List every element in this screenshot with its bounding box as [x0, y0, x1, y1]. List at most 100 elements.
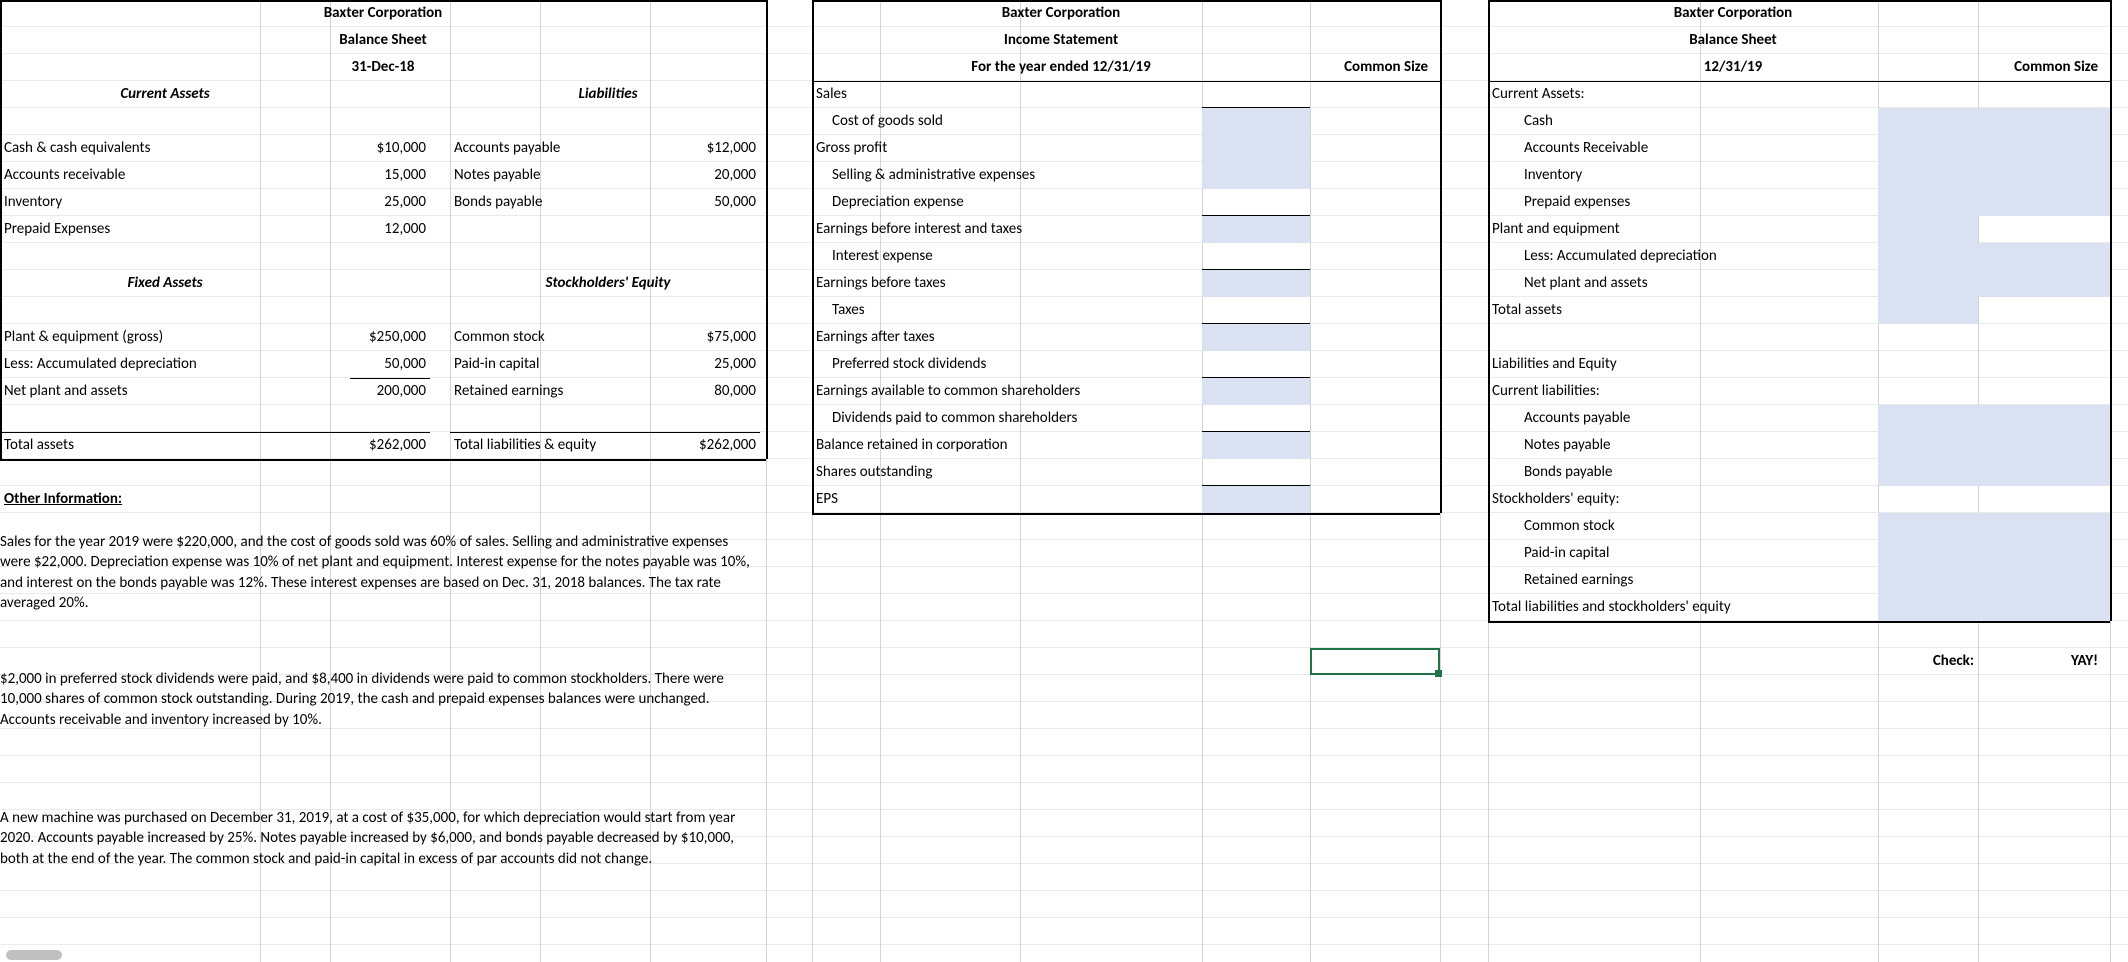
bs2018-fixed-label: Less: Accumulated depreciation	[0, 351, 330, 378]
bs2019-row-label: Bonds payable	[1492, 459, 1878, 486]
is-row-value[interactable]	[1202, 459, 1310, 486]
bs2018-se-value: 80,000	[650, 378, 760, 405]
bs2018-liab-value: $12,000	[650, 135, 760, 162]
is-row-label: Taxes	[816, 297, 1202, 324]
bs2018-liab-value: 20,000	[650, 162, 760, 189]
selected-cell	[1310, 648, 1440, 675]
bs2018-total-assets-value: $262,000	[330, 432, 430, 459]
bs2019-row-value[interactable]	[1878, 243, 1978, 270]
bs2019-row-commonsize[interactable]	[1978, 243, 2110, 270]
is-row-value[interactable]	[1202, 270, 1310, 297]
bs2019-row-commonsize[interactable]	[1978, 594, 2110, 621]
bs2019-row-commonsize[interactable]	[1978, 567, 2110, 594]
bs2019-row-value[interactable]	[1878, 459, 1978, 486]
bs2019-company: Baxter Corporation	[1488, 0, 1978, 27]
spreadsheet[interactable]: Baxter CorporationBalance Sheet31-Dec-18…	[0, 0, 2128, 962]
is-row-value[interactable]	[1202, 405, 1310, 432]
bs2018-total-assets-label: Total assets	[0, 432, 330, 459]
bs2018-se-value: $75,000	[650, 324, 760, 351]
bs2018-liab-label: Bonds payable	[450, 189, 650, 216]
bs2018-liab-value: 50,000	[650, 189, 760, 216]
bs2019-row-label: Inventory	[1492, 162, 1878, 189]
bs2019-row-commonsize[interactable]	[1978, 405, 2110, 432]
bs2018-fixed-label: Net plant and assets	[0, 378, 330, 405]
bs2018-date: 31-Dec-18	[0, 54, 766, 81]
bs2019-row-label: Common stock	[1492, 513, 1878, 540]
bs2019-row-commonsize[interactable]	[1978, 540, 2110, 567]
bs2018-asset-label: Cash & cash equivalents	[0, 135, 330, 162]
is-row-value[interactable]	[1202, 324, 1310, 351]
bs2019-row-value[interactable]	[1878, 405, 1978, 432]
is-date: For the year ended 12/31/19	[812, 54, 1310, 81]
bs2019-row-value[interactable]	[1878, 189, 1978, 216]
bs2019-date: 12/31/19	[1488, 54, 1978, 81]
bs2018-total-le-label: Total liabilities & equity	[450, 432, 650, 459]
bs2019-row-value[interactable]	[1878, 270, 1978, 297]
bs2019-row-commonsize[interactable]	[1978, 432, 2110, 459]
bs2019-row-value[interactable]	[1878, 162, 1978, 189]
bs2018-total-le-value: $262,000	[650, 432, 760, 459]
is-row-value[interactable]	[1202, 351, 1310, 378]
bs2018-asset-value: 15,000	[330, 162, 430, 189]
is-row-value[interactable]	[1202, 432, 1310, 459]
is-row-label: Sales	[816, 81, 1202, 108]
sec-current-assets: Current Assets	[0, 81, 330, 108]
is-row-value[interactable]	[1202, 297, 1310, 324]
is-row-value[interactable]	[1202, 243, 1310, 270]
bs2019-row-value[interactable]	[1878, 135, 1978, 162]
is-row-value[interactable]	[1202, 216, 1310, 243]
is-common-size-header: Common Size	[1310, 54, 1432, 81]
is-row-value[interactable]	[1202, 108, 1310, 135]
bs2019-row-value[interactable]	[1878, 432, 1978, 459]
info-paragraph: Sales for the year 2019 were $220,000, a…	[0, 532, 760, 613]
bs2019-row-commonsize[interactable]	[1978, 189, 2110, 216]
bs2019-row-commonsize[interactable]	[1978, 108, 2110, 135]
bs2019-title: Balance Sheet	[1488, 27, 1978, 54]
bs2019-row-label: Cash	[1492, 108, 1878, 135]
bs2018-se-label: Common stock	[450, 324, 650, 351]
bs2019-row-label: Total liabilities and stockholders' equi…	[1492, 594, 1878, 621]
bs2018-asset-label: Accounts receivable	[0, 162, 330, 189]
bs2018-company: Baxter Corporation	[0, 0, 766, 27]
bs2018-liab-label: Notes payable	[450, 162, 650, 189]
bs2019-row-commonsize[interactable]	[1978, 162, 2110, 189]
info-paragraph: A new machine was purchased on December …	[0, 808, 760, 869]
is-row-value[interactable]	[1202, 378, 1310, 405]
bs2019-row-commonsize[interactable]	[1978, 270, 2110, 297]
bs2019-common-size-header: Common Size	[1978, 54, 2102, 81]
bs2018-fixed-value: $250,000	[330, 324, 430, 351]
bs2019-row-commonsize[interactable]	[1978, 135, 2110, 162]
bs2019-row-label: Net plant and assets	[1492, 270, 1878, 297]
is-row-value[interactable]	[1202, 486, 1310, 513]
bs2018-se-value: 25,000	[650, 351, 760, 378]
bs2019-row-value[interactable]	[1878, 513, 1978, 540]
bs2019-row-label: Retained earnings	[1492, 567, 1878, 594]
check-label: Check:	[1818, 648, 1978, 675]
bs2019-row-commonsize[interactable]	[1978, 459, 2110, 486]
bs2018-fixed-value: 50,000	[330, 351, 430, 378]
bs2019-row-label: Liabilities and Equity	[1492, 351, 1878, 378]
bs2019-row-value[interactable]	[1878, 594, 1978, 621]
bs2019-row-label: Current Assets:	[1492, 81, 1878, 108]
is-row-label: Interest expense	[816, 243, 1202, 270]
bs2019-row-label: Stockholders' equity:	[1492, 486, 1878, 513]
bs2019-row-value[interactable]	[1878, 216, 1978, 243]
bs2019-row-label: Accounts Receivable	[1492, 135, 1878, 162]
bs2019-row-commonsize[interactable]	[1978, 513, 2110, 540]
bs2018-title: Balance Sheet	[0, 27, 766, 54]
bs2019-row-value[interactable]	[1878, 108, 1978, 135]
is-row-value[interactable]	[1202, 81, 1310, 108]
is-row-label: Balance retained in corporation	[816, 432, 1202, 459]
bs2019-row-value[interactable]	[1878, 567, 1978, 594]
bs2019-row-value[interactable]	[1878, 540, 1978, 567]
bs2019-row-label: Notes payable	[1492, 432, 1878, 459]
bs2018-asset-value: $10,000	[330, 135, 430, 162]
is-title: Income Statement	[812, 27, 1310, 54]
is-row-value[interactable]	[1202, 189, 1310, 216]
is-row-label: Dividends paid to common shareholders	[816, 405, 1202, 432]
bs2019-row-value[interactable]	[1878, 297, 1978, 324]
horizontal-scroll-thumb[interactable]	[6, 950, 62, 960]
is-row-value[interactable]	[1202, 135, 1310, 162]
is-company: Baxter Corporation	[812, 0, 1310, 27]
is-row-value[interactable]	[1202, 162, 1310, 189]
